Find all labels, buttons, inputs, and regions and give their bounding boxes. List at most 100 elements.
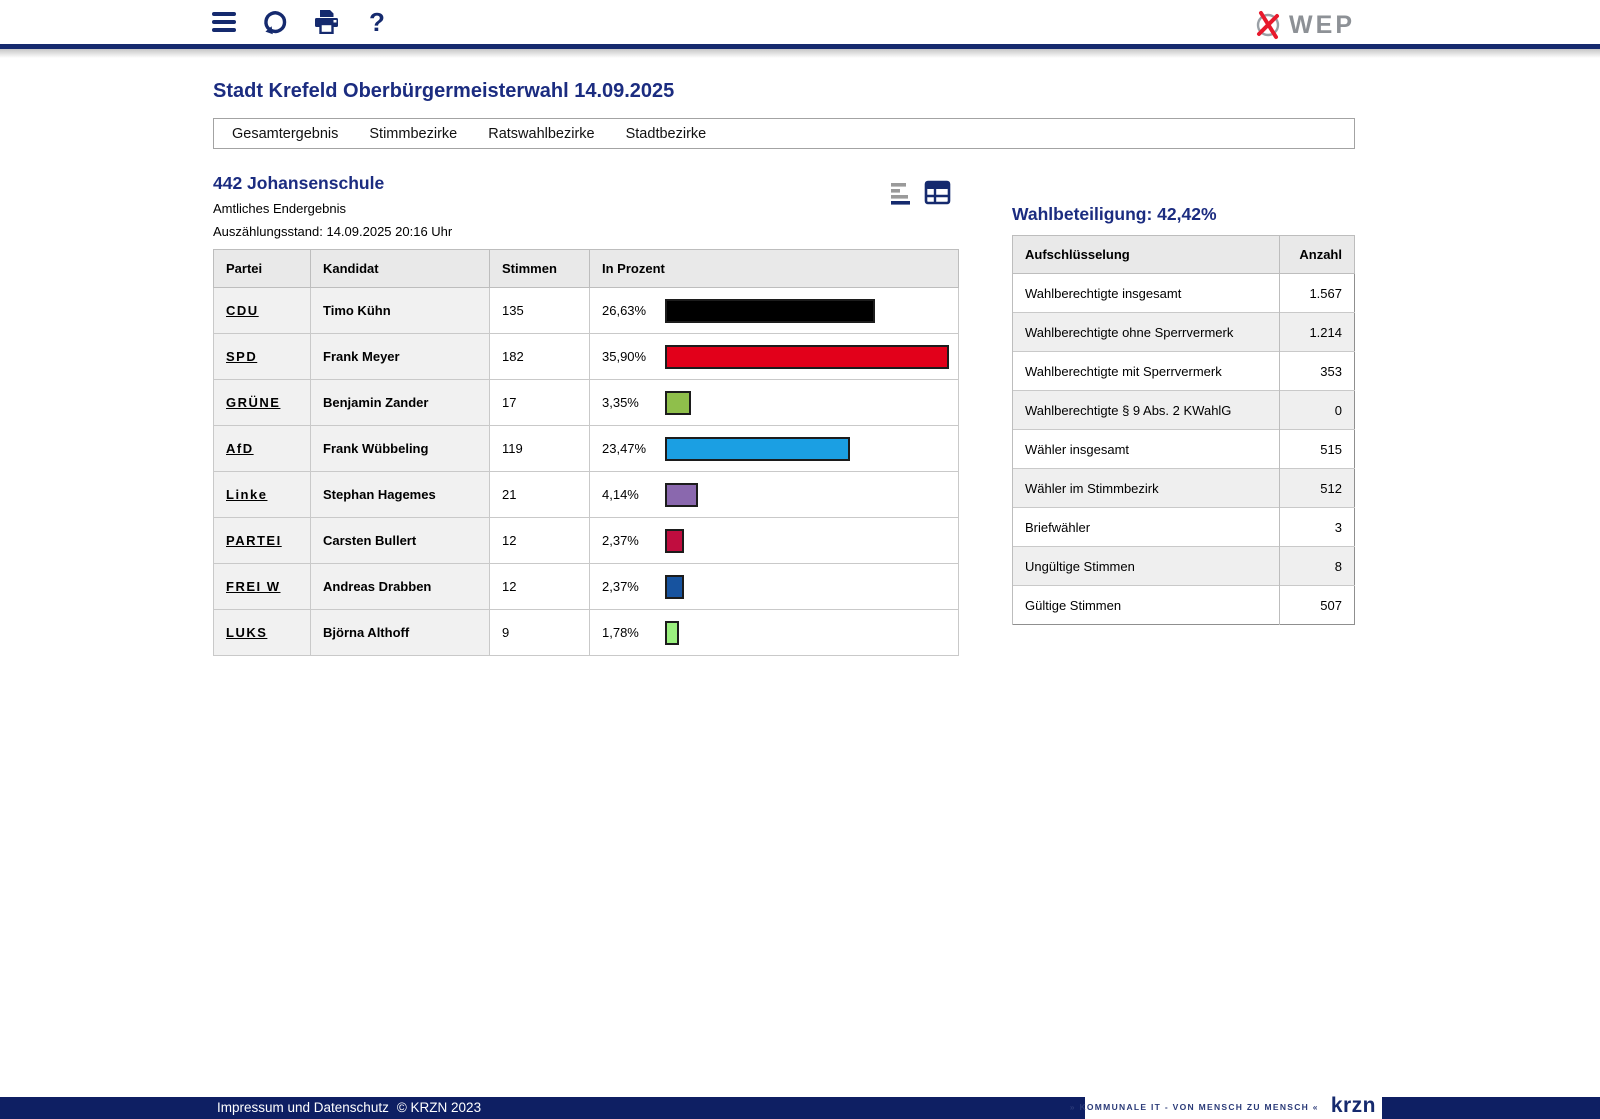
turnout-label: Wahlberechtigte mit Sperrvermerk (1013, 352, 1280, 391)
turnout-value: 8 (1280, 547, 1355, 586)
candidate-cell: Timo Kühn (311, 288, 490, 334)
party-cell: Linke (214, 472, 311, 518)
votes-cell: 12 (490, 564, 590, 610)
wep-logo: WEP (1253, 6, 1355, 45)
percent-label: 35,90% (602, 349, 665, 364)
percent-bar (665, 483, 698, 507)
turnout-label: Wahlberechtigte ohne Sperrvermerk (1013, 313, 1280, 352)
party-link[interactable]: Linke (226, 487, 267, 502)
percent-label: 23,47% (602, 441, 665, 456)
party-link[interactable]: CDU (226, 303, 259, 318)
menu-icon[interactable] (211, 9, 237, 35)
percent-label: 4,14% (602, 487, 665, 502)
impressum-link[interactable]: Impressum und Datenschutz (217, 1097, 389, 1119)
percent-cell: 1,78% (590, 610, 959, 656)
district-count-status: Auszählungsstand: 14.09.2025 20:16 Uhr (213, 223, 959, 240)
percent-cell: 3,35% (590, 380, 959, 426)
candidate-cell: Björna Althoff (311, 610, 490, 656)
result-row: FREI W Andreas Drabben12 2,37% (214, 564, 959, 610)
party-link[interactable]: SPD (226, 349, 257, 364)
results-section: 442 Johansenschule Amtliches Endergebnis… (213, 149, 959, 656)
percent-label: 2,37% (602, 579, 665, 594)
party-link[interactable]: AfD (226, 441, 254, 456)
turnout-value: 3 (1280, 508, 1355, 547)
votes-cell: 12 (490, 518, 590, 564)
votes-cell: 182 (490, 334, 590, 380)
percent-bar (665, 575, 684, 599)
main-content: Stadt Krefeld Oberbürgermeisterwahl 14.0… (213, 80, 1355, 669)
turnout-label: Briefwähler (1013, 508, 1280, 547)
candidate-cell: Frank Wübbeling (311, 426, 490, 472)
krzn-tagline: » KOMMUNALE IT - VON MENSCH ZU MENSCH « (1070, 1102, 1319, 1112)
result-row: SPDFrank Meyer18235,90% (214, 334, 959, 380)
percent-label: 26,63% (602, 303, 665, 318)
turnout-label: Wähler im Stimmbezirk (1013, 469, 1280, 508)
party-cell: CDU (214, 288, 311, 334)
percent-cell: 2,37% (590, 518, 959, 564)
result-row: GRÜNE Benjamin Zander17 3,35% (214, 380, 959, 426)
tab-stadtbezirke[interactable]: Stadtbezirke (626, 126, 707, 142)
results-col-header: In Prozent (590, 250, 959, 288)
result-row: CDUTimo Kühn13526,63% (214, 288, 959, 334)
turnout-label: Wahlberechtigte insgesamt (1013, 274, 1280, 313)
votes-cell: 21 (490, 472, 590, 518)
wep-logo-text: WEP (1289, 11, 1355, 40)
refresh-icon[interactable] (262, 9, 288, 35)
candidate-cell: Andreas Drabben (311, 564, 490, 610)
turnout-label: Wahlberechtigte § 9 Abs. 2 KWahlG (1013, 391, 1280, 430)
turnout-value: 353 (1280, 352, 1355, 391)
page-title: Stadt Krefeld Oberbürgermeisterwahl 14.0… (213, 80, 1355, 103)
results-col-header: Kandidat (311, 250, 490, 288)
footer-bar: Impressum und Datenschutz © KRZN 2023 » … (0, 1097, 1600, 1119)
party-link[interactable]: GRÜNE (226, 395, 280, 410)
turnout-row: Briefwähler3 (1013, 508, 1355, 547)
candidate-cell: Benjamin Zander (311, 380, 490, 426)
turnout-row: Wahlberechtigte mit Sperrvermerk353 (1013, 352, 1355, 391)
percent-cell: 4,14% (590, 472, 959, 518)
print-icon[interactable] (313, 9, 339, 35)
votes-cell: 17 (490, 380, 590, 426)
party-cell: LUKS (214, 610, 311, 656)
percent-bar (665, 391, 691, 415)
percent-label: 3,35% (602, 395, 665, 410)
percent-label: 1,78% (602, 625, 665, 640)
result-row: LUKSBjörna Althoff91,78% (214, 610, 959, 656)
percent-cell: 2,37% (590, 564, 959, 610)
turnout-row: Wahlberechtigte insgesamt1.567 (1013, 274, 1355, 313)
turnout-section: Wahlbeteiligung: 42,42% AufschlüsselungA… (1012, 149, 1355, 625)
party-cell: AfD (214, 426, 311, 472)
party-link[interactable]: PARTEI (226, 533, 282, 548)
turnout-value: 0 (1280, 391, 1355, 430)
krzn-brand: » KOMMUNALE IT - VON MENSCH ZU MENSCH « … (1085, 1095, 1382, 1119)
turnout-value: 1.214 (1280, 313, 1355, 352)
result-row: LinkeStephan Hagemes214,14% (214, 472, 959, 518)
percent-bar (665, 621, 679, 645)
turnout-row: Ungültige Stimmen8 (1013, 547, 1355, 586)
party-cell: SPD (214, 334, 311, 380)
turnout-table: AufschlüsselungAnzahl Wahlberechtigte in… (1012, 235, 1355, 625)
percent-bar (665, 529, 684, 553)
district-title: 442 Johansenschule (213, 173, 959, 194)
tab-ratswahlbezirke[interactable]: Ratswahlbezirke (488, 126, 594, 142)
results-col-header: Stimmen (490, 250, 590, 288)
chart-view-icon[interactable] (887, 179, 914, 206)
turnout-row: Wahlberechtigte § 9 Abs. 2 KWahlG0 (1013, 391, 1355, 430)
turnout-value: 512 (1280, 469, 1355, 508)
party-link[interactable]: FREI W (226, 579, 281, 594)
turnout-col-header: Aufschlüsselung (1013, 236, 1280, 274)
candidate-cell: Carsten Bullert (311, 518, 490, 564)
tab-stimmbezirke[interactable]: Stimmbezirke (369, 126, 457, 142)
result-row: AfDFrank Wübbeling11923,47% (214, 426, 959, 472)
krzn-logo: krzn (1331, 1095, 1376, 1116)
wep-checkmark-icon (1253, 6, 1285, 45)
table-view-icon[interactable] (924, 179, 951, 206)
result-row: PARTEI Carsten Bullert122,37% (214, 518, 959, 564)
turnout-row: Wähler im Stimmbezirk512 (1013, 469, 1355, 508)
help-icon[interactable]: ? (364, 9, 390, 35)
turnout-title: Wahlbeteiligung: 42,42% (1012, 204, 1355, 225)
party-link[interactable]: LUKS (226, 625, 267, 640)
tab-gesamtergebnis[interactable]: Gesamtergebnis (232, 126, 338, 142)
results-col-header: Partei (214, 250, 311, 288)
help-glyph: ? (369, 9, 385, 35)
turnout-value: 1.567 (1280, 274, 1355, 313)
